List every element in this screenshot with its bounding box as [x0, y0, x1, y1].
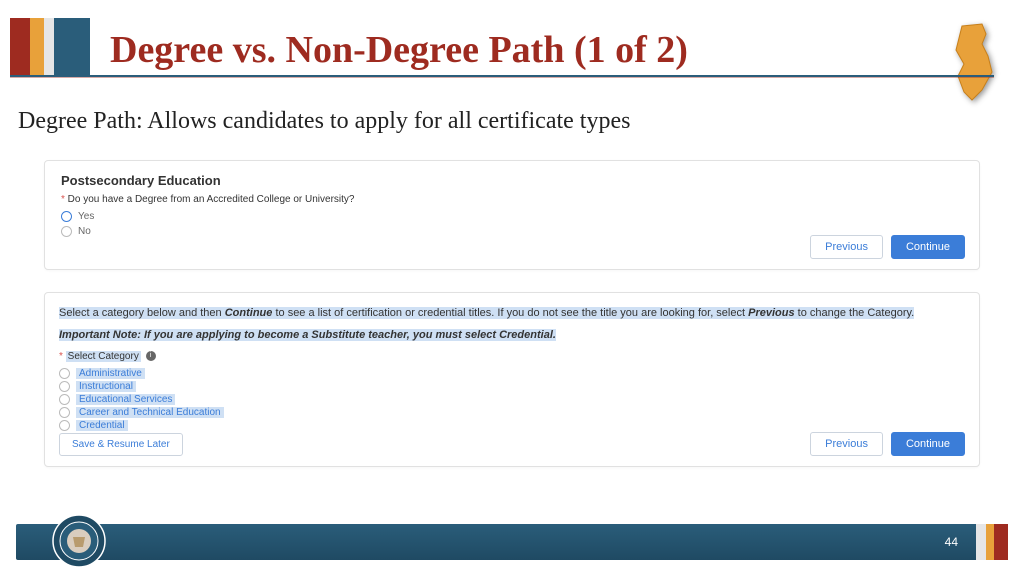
panel1-buttons: Previous Continue: [810, 235, 965, 259]
footer-bar: 44: [16, 524, 1008, 560]
category-option[interactable]: Administrative: [59, 368, 965, 379]
radio-icon: [59, 420, 70, 431]
radio-yes-label: Yes: [78, 211, 94, 222]
category-option[interactable]: Credential: [59, 420, 965, 431]
radio-yes[interactable]: Yes: [61, 211, 963, 222]
radio-icon: [59, 368, 70, 379]
category-panel: Select a category below and then Continu…: [44, 292, 980, 467]
previous-button[interactable]: Previous: [810, 432, 883, 456]
footer-stripes: [976, 524, 1008, 560]
previous-button[interactable]: Previous: [810, 235, 883, 259]
continue-button[interactable]: Continue: [891, 432, 965, 456]
slide-subtitle: Degree Path: Allows candidates to apply …: [18, 108, 630, 135]
radio-icon: [59, 407, 70, 418]
radio-icon: [61, 226, 72, 237]
panel1-heading: Postsecondary Education: [61, 173, 963, 188]
nj-state-icon: [942, 22, 1002, 102]
continue-button[interactable]: Continue: [891, 235, 965, 259]
select-category-label: * Select Category i: [59, 351, 156, 362]
slide-title: Degree vs. Non-Degree Path (1 of 2): [110, 28, 688, 72]
header-rule-accent: [10, 77, 994, 78]
radio-icon: [61, 211, 72, 222]
header-stripes: [10, 18, 90, 76]
panel2-buttons: Previous Continue: [810, 432, 965, 456]
category-option[interactable]: Instructional: [59, 381, 965, 392]
radio-icon: [59, 381, 70, 392]
panel2-note: Important Note: If you are applying to b…: [59, 329, 965, 341]
slide: Degree vs. Non-Degree Path (1 of 2) Degr…: [0, 0, 1024, 576]
info-icon[interactable]: i: [146, 351, 156, 361]
radio-no-label: No: [78, 226, 91, 237]
postsecondary-panel: Postsecondary Education * Do you have a …: [44, 160, 980, 270]
page-number: 44: [945, 535, 958, 549]
category-option[interactable]: Career and Technical Education: [59, 407, 965, 418]
panel2-instructions: Select a category below and then Continu…: [59, 303, 965, 323]
nj-doe-seal-icon: [52, 514, 106, 568]
category-option[interactable]: Educational Services: [59, 394, 965, 405]
save-resume-button[interactable]: Save & Resume Later: [59, 433, 183, 456]
panel1-question: * Do you have a Degree from an Accredite…: [61, 194, 963, 205]
radio-icon: [59, 394, 70, 405]
